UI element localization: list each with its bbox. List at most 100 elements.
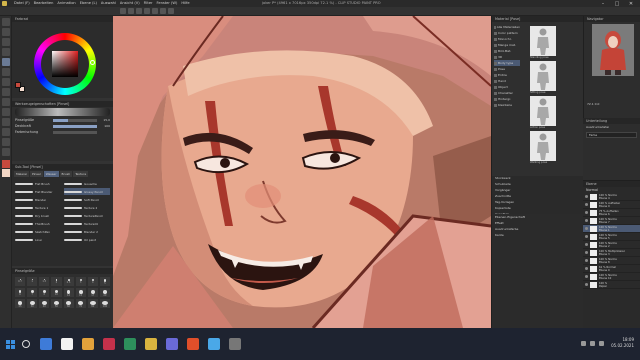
brush-item[interactable]: Glossy Pencil (64, 188, 110, 195)
layer-row[interactable]: 75 % Aufhellen Ebene 6 (583, 209, 640, 217)
transform-icon[interactable] (168, 8, 174, 14)
brush-size-option[interactable]: 80 (87, 299, 98, 308)
brush-size-option[interactable]: 0.7 (15, 277, 26, 286)
pose-thumbnail[interactable] (530, 131, 556, 161)
brush-item[interactable]: Soft Pencil (64, 196, 110, 203)
eye-icon[interactable] (585, 243, 588, 246)
brush-size-option[interactable]: 2.5 (63, 277, 74, 286)
brush-item[interactable]: Texture 2 (64, 204, 110, 211)
layer-row[interactable]: 100 % Normal Ebene 10 (583, 273, 640, 281)
pose-thumbnail[interactable] (530, 26, 556, 56)
pose-thumbnail[interactable] (530, 96, 556, 126)
brush-size-option[interactable]: 12 (63, 288, 74, 297)
brush-size-option[interactable]: 60 (63, 299, 74, 308)
layer-row[interactable]: 100 % Papier (583, 281, 640, 289)
menu-item[interactable]: Ebene (L) (80, 1, 97, 5)
windows-start-icon[interactable] (6, 340, 15, 349)
eye-icon[interactable] (585, 203, 588, 206)
property-value[interactable]: 100 (97, 124, 110, 128)
eye-icon[interactable] (585, 211, 588, 214)
eye-icon[interactable] (585, 251, 588, 254)
taskbar-app-icon[interactable] (82, 338, 94, 350)
brush-size-option[interactable]: 3 (75, 277, 86, 286)
minimize-button[interactable]: – (596, 0, 610, 7)
menu-item[interactable]: Datei (F) (14, 1, 30, 5)
redo-icon[interactable] (152, 8, 158, 14)
brush-size-option[interactable]: 1.5 (39, 277, 50, 286)
search-icon[interactable] (22, 340, 30, 348)
menu-item[interactable]: Auswahl (101, 1, 116, 5)
taskbar-app-icon[interactable] (61, 338, 73, 350)
property-value[interactable]: 15,0 (97, 118, 110, 122)
brush-item[interactable]: TextureOil (64, 220, 110, 227)
eye-icon[interactable] (585, 219, 588, 222)
sub-view-dropdown[interactable]: Farbe (586, 132, 637, 138)
brush-size-option[interactable]: 50 (51, 299, 62, 308)
layer-property-row[interactable]: Kante (492, 232, 583, 238)
brush-tool-icon[interactable] (1, 58, 10, 66)
layer-row[interactable]: 100 % Normal Ebene 1 (583, 225, 640, 233)
eyedropper-tool-icon[interactable] (1, 48, 10, 56)
brush-size-option[interactable]: 70 (75, 299, 86, 308)
sub-color-swatch[interactable] (1, 169, 10, 177)
brush-size-option[interactable]: 100 (99, 299, 110, 308)
blend-tool-icon[interactable] (1, 98, 10, 106)
brush-item[interactable]: Gouache (64, 180, 110, 187)
brush-item[interactable]: Oil paint (64, 236, 110, 243)
brush-size-option[interactable]: 8 (39, 288, 50, 297)
pose-thumbnail[interactable] (530, 61, 556, 91)
clear-icon[interactable] (160, 8, 166, 14)
navigator-zoom[interactable]: 72.1 0.0 (587, 102, 599, 106)
layer-row[interactable]: 100 % Normal Ebene 2 (583, 241, 640, 249)
select-tool-icon[interactable] (1, 38, 10, 46)
taskbar-app-icon[interactable] (187, 338, 199, 350)
eye-icon[interactable] (585, 195, 588, 198)
brush-item[interactable]: Liner (15, 236, 61, 243)
menu-item[interactable]: Bearbeiten (34, 1, 54, 5)
property-slider[interactable] (53, 130, 97, 134)
brush-item[interactable]: Texture 1 (15, 204, 61, 211)
eye-icon[interactable] (585, 267, 588, 270)
brush-item[interactable]: ThinBrush (15, 220, 61, 227)
main-color-chip[interactable] (15, 82, 21, 88)
brush-item[interactable]: SketchPen (15, 228, 61, 235)
navigator-preview[interactable] (592, 24, 634, 76)
text-tool-icon[interactable] (1, 138, 10, 146)
subtool-tab[interactable]: Malerei (14, 171, 29, 177)
brush-size-option[interactable]: 25 (15, 299, 26, 308)
main-color-swatch[interactable] (1, 160, 10, 168)
brush-size-option[interactable]: 1 (27, 277, 38, 286)
volume-icon[interactable] (599, 341, 604, 346)
brush-item[interactable]: Flat Brush (15, 180, 61, 187)
drawing-canvas[interactable] (113, 16, 491, 328)
hue-marker[interactable] (90, 60, 95, 65)
move-tool-icon[interactable] (1, 28, 10, 36)
saturation-value-square[interactable] (52, 51, 78, 77)
brush-size-option[interactable]: 5 (99, 277, 110, 286)
eye-icon[interactable] (585, 259, 588, 262)
brush-item[interactable]: Blender (15, 196, 61, 203)
property-slider[interactable] (53, 118, 97, 122)
layer-row[interactable]: 61 % Normal Ebene 0 (583, 265, 640, 273)
menu-item[interactable]: Fenster (W) (157, 1, 178, 5)
property-slider[interactable] (53, 124, 97, 128)
taskbar-app-icon[interactable] (208, 338, 220, 350)
gradient-tool-icon[interactable] (1, 118, 10, 126)
brush-size-option[interactable]: 4 (87, 277, 98, 286)
brush-size-option[interactable]: 40 (39, 299, 50, 308)
brush-size-option[interactable]: 20 (99, 288, 110, 297)
brush-size-option[interactable]: 30 (27, 299, 38, 308)
fill-tool-icon[interactable] (1, 108, 10, 116)
layer-row[interactable]: 100 % Normal Ebene 4 (583, 193, 640, 201)
taskbar-app-icon[interactable] (145, 338, 157, 350)
menu-item[interactable]: Filter (144, 1, 153, 5)
brush-size-option[interactable]: 7 (27, 288, 38, 297)
brush-size-option[interactable]: 17 (87, 288, 98, 297)
chevron-up-icon[interactable] (581, 341, 586, 346)
layer-row[interactable]: 100 % Aufhellen Ebene 9 (583, 201, 640, 209)
taskbar-app-icon[interactable] (166, 338, 178, 350)
zoom-tool-icon[interactable] (1, 18, 10, 26)
brush-item[interactable]: Dry brush (15, 212, 61, 219)
taskbar-app-icon[interactable] (40, 338, 52, 350)
taskbar-app-icon[interactable] (229, 338, 241, 350)
